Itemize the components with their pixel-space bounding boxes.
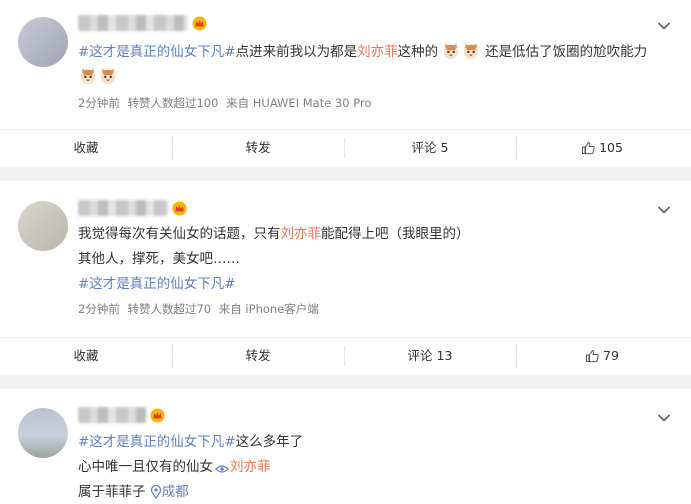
mention-name[interactable]: 刘亦菲	[357, 44, 398, 60]
username-blurred[interactable]	[78, 200, 168, 216]
post-text: 这种的	[397, 44, 439, 60]
post-meta: 2分钟前 转赞人数超过100 来自 HUAWEI Mate 30 Pro	[78, 95, 375, 111]
mention-name[interactable]: 刘亦菲	[281, 226, 322, 242]
cat-emoji-icon	[99, 67, 117, 85]
crown-icon	[150, 408, 165, 423]
avatar[interactable]	[18, 17, 68, 67]
topic-link[interactable]: #这才是真正的仙女下凡#	[78, 275, 236, 293]
repost-button[interactable]: 转发	[172, 129, 344, 167]
favorite-button[interactable]: 收藏	[0, 337, 172, 375]
post-meta: 2分钟前 转赞人数超过70 来自 iPhone客户端	[78, 301, 323, 317]
post-text-line-3: 属于菲菲子 成都	[78, 483, 189, 501]
chevron-down-icon[interactable]	[657, 21, 671, 31]
feed-post-2: 我觉得每次有关仙女的话题，只有刘亦菲能配得上吧（我眼里的） 其他人，撑死，美女吧…	[0, 181, 691, 375]
link-icon	[215, 464, 229, 474]
action-bar: 收藏 转发 评论 13 79	[0, 337, 691, 375]
chevron-down-icon[interactable]	[657, 413, 671, 423]
username-blurred[interactable]	[78, 407, 146, 423]
location-pin-icon	[150, 485, 162, 499]
like-count: 105	[599, 140, 623, 155]
feed-post-3: #这才是真正的仙女下凡#这么多年了 心中唯一且仅有的仙女 刘亦菲 属于菲菲子 成都	[0, 389, 691, 504]
avatar[interactable]	[18, 201, 68, 251]
like-count: 79	[603, 348, 619, 363]
comment-button[interactable]: 评论 5	[344, 129, 516, 167]
favorite-button[interactable]: 收藏	[0, 129, 172, 167]
thumb-up-icon	[581, 141, 595, 155]
post-text: 我觉得每次有关仙女的话题，只有	[78, 226, 281, 242]
post-text: 这么多年了	[235, 434, 304, 450]
post-source: 来自 HUAWEI Mate 30 Pro	[226, 96, 372, 110]
like-button[interactable]: 105	[516, 129, 688, 167]
repost-count-text: 转赞人数超过70	[127, 302, 212, 316]
topic-link[interactable]: #这才是真正的仙女下凡#	[78, 434, 236, 450]
post-text: 属于菲菲子	[78, 484, 146, 500]
cat-emoji-icon	[442, 42, 460, 60]
post-text-line-1: 我觉得每次有关仙女的话题，只有刘亦菲能配得上吧（我眼里的）	[78, 225, 470, 243]
post-text: 还是低估了饭圈的尬吹能力	[485, 44, 648, 60]
repost-count-text: 转赞人数超过100	[127, 96, 219, 110]
username-blurred[interactable]	[78, 15, 188, 31]
post-text: 能配得上吧（我眼里的）	[321, 226, 470, 242]
post-time[interactable]: 2分钟前	[78, 96, 120, 110]
cat-emoji-icon	[462, 42, 480, 60]
crown-icon	[192, 16, 207, 31]
post-text: 心中唯一且仅有的仙女	[78, 459, 213, 475]
post-text-line-1: #这才是真正的仙女下凡#这么多年了	[78, 433, 303, 451]
thumb-up-icon	[585, 349, 599, 363]
cat-emoji-icon	[79, 67, 97, 85]
post-text-line-2: 心中唯一且仅有的仙女 刘亦菲	[78, 458, 271, 476]
repost-button[interactable]: 转发	[172, 337, 344, 375]
emoji-line	[78, 67, 118, 86]
topic-link[interactable]: #这才是真正的仙女下凡#	[78, 44, 236, 60]
post-time[interactable]: 2分钟前	[78, 302, 120, 316]
location-link[interactable]: 成都	[162, 484, 189, 500]
post-source: 来自 iPhone客户端	[218, 302, 319, 316]
crown-icon	[172, 201, 187, 216]
post-text-line-2: 其他人，撑死，美女吧……	[78, 251, 240, 267]
mention-name[interactable]: 刘亦菲	[230, 459, 271, 475]
post-text: 点进来前我以为都是	[235, 44, 358, 60]
action-bar: 收藏 转发 评论 5 105	[0, 129, 691, 167]
feed-post-1: #这才是真正的仙女下凡#点进来前我以为都是刘亦菲这种的 还是低估了饭圈的尬吹能力 …	[0, 0, 691, 167]
comment-button[interactable]: 评论 13	[344, 337, 516, 375]
post-text-line-1: #这才是真正的仙女下凡#点进来前我以为都是刘亦菲这种的 还是低估了饭圈的尬吹能力	[78, 42, 647, 61]
chevron-down-icon[interactable]	[657, 205, 671, 215]
like-button[interactable]: 79	[516, 337, 688, 375]
avatar[interactable]	[18, 408, 68, 458]
